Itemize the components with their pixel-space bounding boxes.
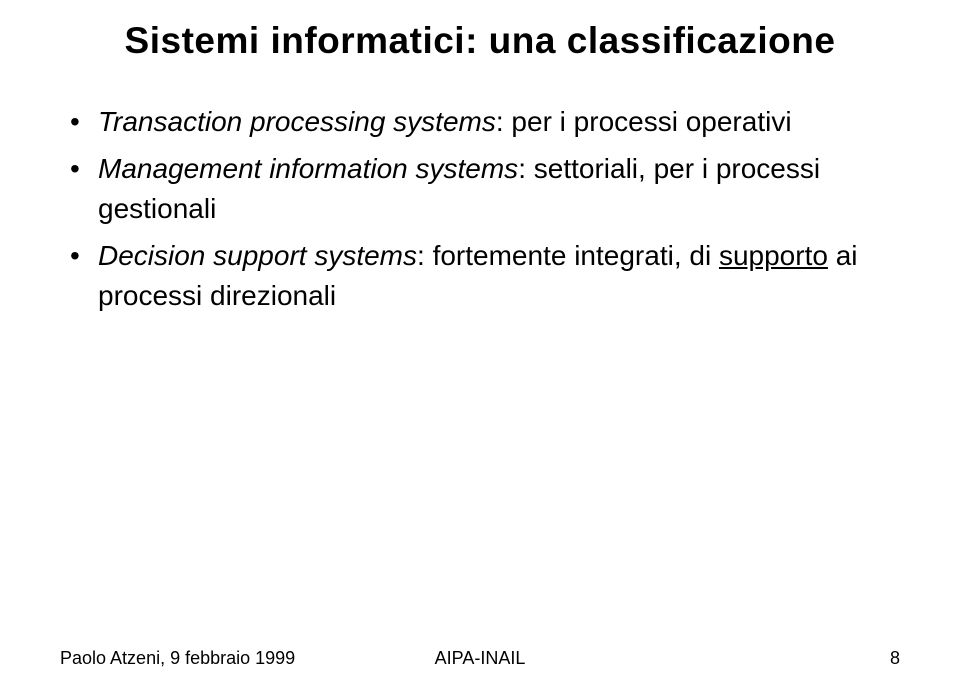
bullet-underline: supporto bbox=[719, 240, 828, 271]
list-item: Decision support systems: fortemente int… bbox=[70, 236, 900, 317]
list-item: Management information systems: settoria… bbox=[70, 149, 900, 230]
footer: Paolo Atzeni, 9 febbraio 1999 AIPA-INAIL… bbox=[0, 648, 960, 669]
footer-center: AIPA-INAIL bbox=[435, 648, 526, 669]
footer-left: Paolo Atzeni, 9 febbraio 1999 bbox=[60, 648, 295, 669]
bullet-sep: : bbox=[417, 240, 433, 271]
slide-title: Sistemi informatici: una classificazione bbox=[60, 20, 900, 62]
bullet-desc: fortemente integrati, di bbox=[433, 240, 719, 271]
footer-page-number: 8 bbox=[890, 648, 900, 669]
bullet-desc: per i processi operativi bbox=[511, 106, 791, 137]
list-item: Transaction processing systems: per i pr… bbox=[70, 102, 900, 143]
bullet-list: Transaction processing systems: per i pr… bbox=[70, 102, 900, 317]
bullet-term: Management information systems bbox=[98, 153, 518, 184]
slide: Sistemi informatici: una classificazione… bbox=[0, 0, 960, 687]
bullet-term: Decision support systems bbox=[98, 240, 417, 271]
bullet-sep: : bbox=[496, 106, 512, 137]
bullet-term: Transaction processing systems bbox=[98, 106, 496, 137]
bullet-sep: : bbox=[518, 153, 534, 184]
